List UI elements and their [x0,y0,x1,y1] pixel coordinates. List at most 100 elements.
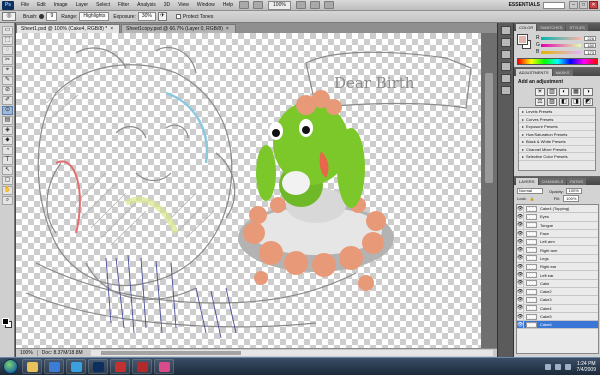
visibility-eye-icon[interactable]: 👁 [517,262,524,271]
tab-swatches[interactable]: SWATCHES [537,24,566,31]
mini-bridge-icon[interactable] [253,1,264,9]
visibility-eye-icon[interactable]: 👁 [517,237,524,246]
brush-tool-icon[interactable]: ✐ [2,96,13,105]
tab-channels[interactable]: CHANNELS [538,178,567,185]
menu-view[interactable]: View [174,0,193,11]
healing-tool-icon[interactable]: ✎ [2,76,13,85]
status-zoom-field[interactable]: 100% [16,350,38,356]
slider-red-value[interactable]: 226 [584,35,596,41]
fill-field[interactable]: 100% [563,195,580,202]
airbrush-icon[interactable]: ✈ [157,12,167,21]
preset-item-selective-color[interactable]: ▸ Selective Color Presets [519,153,595,161]
gradient-tool-icon[interactable]: ⬥ [2,136,13,145]
protect-tones-checkbox[interactable] [175,14,181,19]
color-balance-icon[interactable]: ▨ [547,98,557,106]
close-button[interactable]: ✕ [589,1,598,9]
clone-source-panel-icon[interactable] [501,86,511,95]
expand-arrow-icon[interactable]: ▸ [522,132,524,137]
actions-panel-icon[interactable] [501,38,511,47]
taskbar-media-button[interactable] [44,359,64,374]
blur-tool-icon[interactable]: ◔ [2,146,13,155]
expand-arrow-icon[interactable]: ▸ [522,124,524,129]
brightness-contrast-icon[interactable]: ☀ [535,88,545,96]
vibrance-icon[interactable]: ◑ [583,88,593,96]
marquee-tool-icon[interactable]: ⬚ [2,36,13,45]
horizontal-scroll-thumb[interactable] [100,351,241,355]
expand-arrow-icon[interactable]: ▸ [522,109,524,114]
visibility-eye-icon[interactable]: 👁 [517,320,524,329]
clock[interactable]: 1:24 PM 7/4/2009 [577,361,596,373]
brushes-panel-icon[interactable] [501,74,511,83]
menu-analysis[interactable]: Analysis [133,0,160,11]
taskbar-app-button[interactable] [132,359,152,374]
slider-green-value[interactable]: 180 [584,42,596,48]
vertical-scrollbar[interactable] [481,33,497,348]
preset-item-hue-saturation[interactable]: ▸ Hue/Saturation Presets [519,131,595,138]
taskbar-photoshop-button[interactable] [88,359,108,374]
start-button[interactable] [3,359,18,374]
slider-blue-value[interactable]: 173 [584,49,596,55]
menu-filter[interactable]: Filter [114,0,133,11]
type-tool-icon[interactable]: T [2,156,13,165]
hue-saturation-icon[interactable]: ⚖ [535,98,545,106]
menu-layer[interactable]: Layer [72,0,93,11]
tab-layers[interactable]: LAYERS [516,178,538,185]
history-panel-icon[interactable] [501,26,511,35]
menu-3d[interactable]: 3D [160,0,174,11]
status-doc-size[interactable]: Doc: 8.37M/18.8M [38,350,87,356]
layer-row[interactable]: 👁 Cake4 [517,304,598,313]
tab-sheet1[interactable]: Sheet1.psd @ 100% (Cake4, RGB/8) * × [16,24,121,33]
preset-item-levels[interactable]: ▸ Levels Presets [519,108,595,116]
vertical-scroll-thumb[interactable] [485,73,493,183]
visibility-eye-icon[interactable]: 👁 [517,279,524,288]
volume-icon[interactable] [554,363,561,370]
info-panel-icon[interactable] [501,62,511,71]
navigator-panel-icon[interactable] [501,50,511,59]
layer-row[interactable]: 👁 Cake2 [517,287,598,297]
curves-icon[interactable]: ◐ [559,88,569,96]
expand-arrow-icon[interactable]: ▸ [522,117,524,122]
tab-color[interactable]: COLOR [516,24,537,31]
preset-item-black-white[interactable]: ▸ Black & White Presets [519,138,595,146]
bridge-icon[interactable] [239,1,250,9]
help-search-input[interactable] [543,1,565,9]
tool-preset-picker[interactable]: ◎ [2,12,16,21]
layer-row[interactable]: 👁 Cake5 [517,312,598,322]
shape-tool-icon[interactable]: ▢ [2,176,13,185]
history-brush-tool-icon[interactable]: ▤ [2,116,13,125]
visibility-eye-icon[interactable]: 👁 [517,221,524,230]
layer-row[interactable]: 👁 Cake4 (Topping) [517,205,598,214]
lasso-tool-icon[interactable]: ◌ [2,46,13,55]
flag-icon[interactable] [564,363,571,370]
taskbar-explorer-button[interactable] [22,359,42,374]
eyedropper-tool-icon[interactable]: ⌖ [2,66,13,75]
photo-filter-icon[interactable]: ◨ [571,98,581,106]
levels-icon[interactable]: ▥ [547,88,557,96]
menu-edit[interactable]: Edit [33,0,50,11]
lock-icon[interactable]: 🔒 [530,196,535,201]
preset-item-curves[interactable]: ▸ Curves Presets [519,116,595,123]
taskbar-app-button[interactable] [154,359,174,374]
tab-adjustments[interactable]: ADJUSTMENTS [516,69,552,76]
layer-row[interactable]: 👁 Tongue [517,221,598,230]
crop-tool-icon[interactable]: ✂ [2,56,13,65]
network-icon[interactable] [544,363,551,370]
opacity-field[interactable]: 100% [565,188,582,194]
canvas-area[interactable]: Dear Birth [16,33,497,348]
layer-row[interactable]: 👁 Face [517,229,598,239]
foreground-color-chip[interactable] [517,34,528,45]
visibility-eye-icon[interactable]: 👁 [517,287,524,296]
visibility-eye-icon[interactable]: 👁 [517,312,524,321]
layer-row[interactable]: 👁 Cake [517,279,598,288]
visibility-eye-icon[interactable]: 👁 [517,254,524,263]
blend-mode-select[interactable]: Normal [517,188,543,194]
tab-masks[interactable]: MASKS [552,69,573,76]
menu-file[interactable]: File [17,0,33,11]
horizontal-scrollbar[interactable] [90,350,493,356]
preset-item-exposure[interactable]: ▸ Exposure Presets [519,123,595,131]
layer-row[interactable]: 👁 Cake3 [517,295,598,305]
layer-row[interactable]: 👁 Left ear [517,271,598,280]
eraser-tool-icon[interactable]: ⊘ [2,86,13,95]
slider-red-track[interactable] [541,36,581,40]
visibility-eye-icon[interactable]: 👁 [517,205,524,213]
